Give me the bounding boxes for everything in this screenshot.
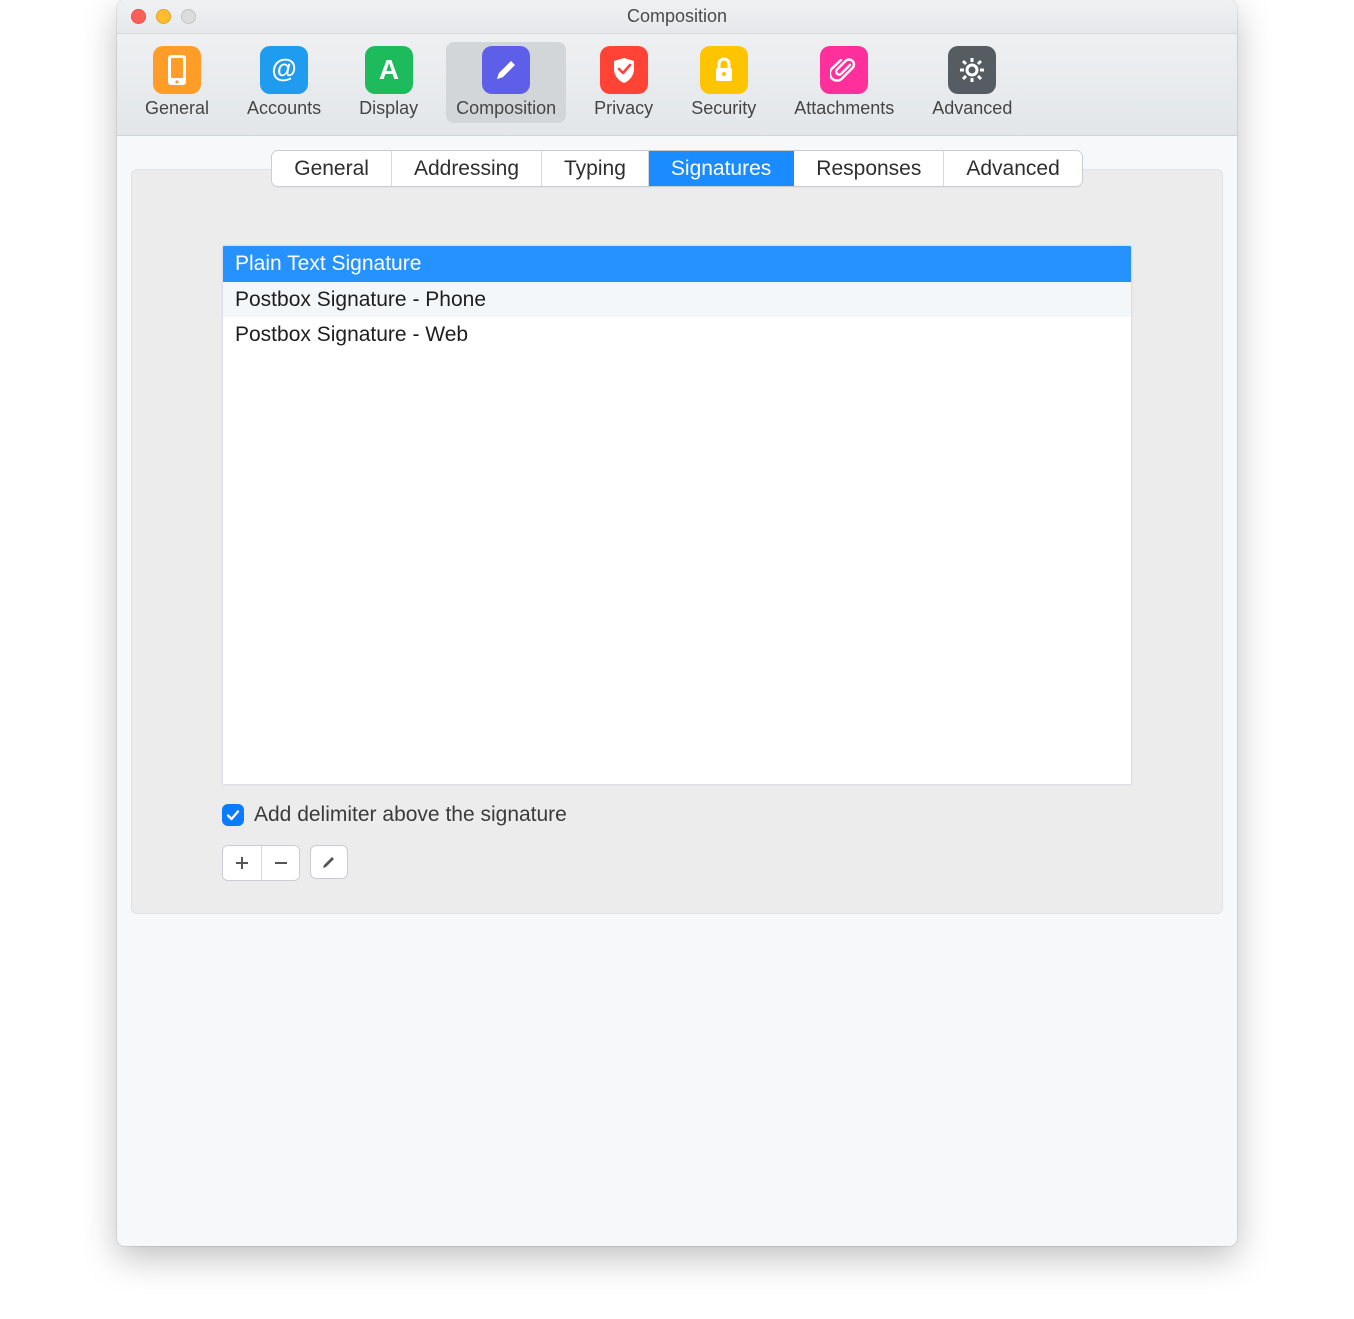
traffic-lights bbox=[131, 9, 196, 24]
subtab-bar: General Addressing Typing Signatures Res… bbox=[271, 150, 1083, 187]
list-item-label: Postbox Signature - Web bbox=[235, 323, 468, 346]
tab-label: Addressing bbox=[414, 155, 519, 182]
add-signature-button[interactable] bbox=[223, 846, 261, 880]
toolbar-item-label: Attachments bbox=[794, 98, 894, 119]
toolbar-item-privacy[interactable]: Privacy bbox=[584, 42, 663, 123]
toolbar-item-display[interactable]: A Display bbox=[349, 42, 428, 123]
signatures-list[interactable]: Plain Text Signature Postbox Signature -… bbox=[222, 245, 1132, 785]
minimize-window-button[interactable] bbox=[156, 9, 171, 24]
toolbar-item-composition[interactable]: Composition bbox=[446, 42, 566, 123]
pencil-icon bbox=[321, 854, 337, 870]
paperclip-icon bbox=[820, 46, 868, 94]
plus-icon bbox=[234, 855, 250, 871]
window-footer-empty bbox=[117, 946, 1237, 1246]
add-remove-button-group bbox=[222, 845, 300, 881]
signatures-panel: Plain Text Signature Postbox Signature -… bbox=[131, 169, 1223, 914]
tab-responses[interactable]: Responses bbox=[794, 151, 944, 186]
toolbar-item-accounts[interactable]: @ Accounts bbox=[237, 42, 331, 123]
tab-addressing[interactable]: Addressing bbox=[392, 151, 542, 186]
preferences-toolbar: General @ Accounts A Display Composition… bbox=[117, 34, 1237, 136]
at-icon: @ bbox=[260, 46, 308, 94]
edit-signature-button[interactable] bbox=[310, 845, 348, 879]
tab-signatures[interactable]: Signatures bbox=[649, 151, 794, 186]
list-item-label: Postbox Signature - Phone bbox=[235, 288, 486, 311]
svg-text:A: A bbox=[378, 55, 398, 85]
list-item[interactable]: Postbox Signature - Phone bbox=[223, 282, 1131, 317]
toolbar-item-label: Accounts bbox=[247, 98, 321, 119]
toolbar-item-attachments[interactable]: Attachments bbox=[784, 42, 904, 123]
list-item-label: Plain Text Signature bbox=[235, 252, 421, 275]
phone-icon bbox=[153, 46, 201, 94]
tab-label: Signatures bbox=[671, 155, 771, 182]
tab-general[interactable]: General bbox=[272, 151, 392, 186]
tab-label: Typing bbox=[564, 155, 626, 182]
list-item[interactable]: Plain Text Signature bbox=[223, 246, 1131, 281]
subtab-bar-wrap: General Addressing Typing Signatures Res… bbox=[131, 150, 1223, 187]
letter-a-icon: A bbox=[365, 46, 413, 94]
tab-typing[interactable]: Typing bbox=[542, 151, 649, 186]
toolbar-item-label: Composition bbox=[456, 98, 556, 119]
zoom-window-button[interactable] bbox=[181, 9, 196, 24]
toolbar-item-label: Advanced bbox=[932, 98, 1012, 119]
remove-signature-button[interactable] bbox=[261, 846, 299, 880]
toolbar-item-general[interactable]: General bbox=[135, 42, 219, 123]
list-item[interactable]: Postbox Signature - Web bbox=[223, 317, 1131, 352]
tab-label: General bbox=[294, 155, 369, 182]
tab-label: Advanced bbox=[966, 155, 1059, 182]
svg-text:@: @ bbox=[271, 55, 296, 83]
toolbar-item-label: Privacy bbox=[594, 98, 653, 119]
toolbar-item-label: Display bbox=[359, 98, 418, 119]
delimiter-checkbox-row: Add delimiter above the signature bbox=[222, 803, 1132, 827]
tab-advanced[interactable]: Advanced bbox=[944, 151, 1081, 186]
preferences-window: Composition General @ Accounts A Display… bbox=[117, 0, 1237, 1246]
signature-action-row bbox=[222, 845, 1132, 881]
tab-label: Responses bbox=[816, 155, 921, 182]
toolbar-item-label: Security bbox=[691, 98, 756, 119]
add-delimiter-checkbox[interactable] bbox=[222, 804, 244, 826]
pencil-icon bbox=[482, 46, 530, 94]
close-window-button[interactable] bbox=[131, 9, 146, 24]
gear-icon bbox=[948, 46, 996, 94]
minus-icon bbox=[273, 855, 289, 871]
window-title: Composition bbox=[117, 6, 1237, 27]
toolbar-item-label: General bbox=[145, 98, 209, 119]
content-area: General Addressing Typing Signatures Res… bbox=[117, 136, 1237, 946]
toolbar-item-advanced[interactable]: Advanced bbox=[922, 42, 1022, 123]
shield-icon bbox=[600, 46, 648, 94]
titlebar: Composition bbox=[117, 0, 1237, 34]
lock-icon bbox=[700, 46, 748, 94]
check-icon bbox=[225, 807, 241, 823]
toolbar-item-security[interactable]: Security bbox=[681, 42, 766, 123]
add-delimiter-label: Add delimiter above the signature bbox=[254, 803, 567, 827]
